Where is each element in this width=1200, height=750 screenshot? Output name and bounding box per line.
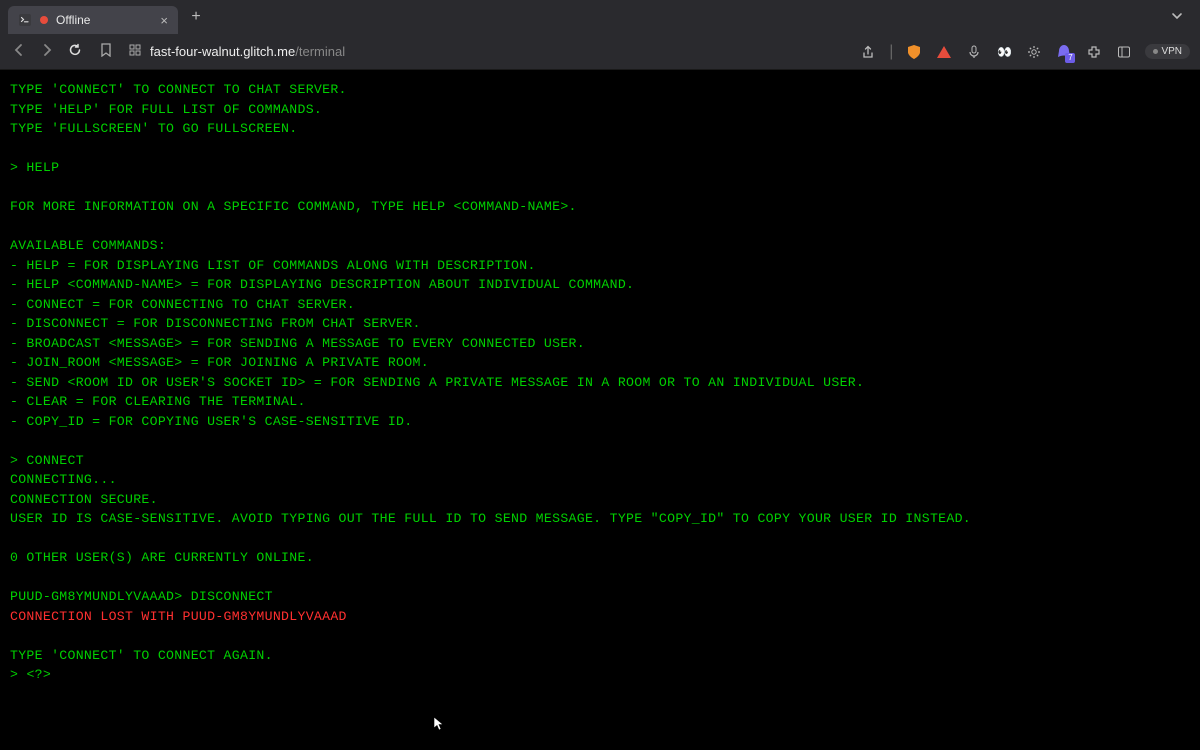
terminal-line: - BROADCAST <MESSAGE> = FOR SENDING A ME… bbox=[10, 334, 1190, 354]
terminal-prompt[interactable]: > bbox=[10, 665, 1190, 685]
window-chevron-icon[interactable] bbox=[1170, 9, 1192, 26]
share-icon[interactable] bbox=[859, 43, 877, 61]
url-text[interactable]: fast-four-walnut.glitch.me/terminal bbox=[150, 44, 345, 59]
terminal-output[interactable]: TYPE 'CONNECT' TO CONNECT TO CHAT SERVER… bbox=[0, 70, 1200, 750]
back-button[interactable] bbox=[10, 43, 28, 61]
shields-icon[interactable] bbox=[905, 43, 923, 61]
terminal-line: TYPE 'CONNECT' TO CONNECT AGAIN. bbox=[10, 646, 1190, 666]
reload-button[interactable] bbox=[66, 43, 84, 61]
vpn-label: VPN bbox=[1161, 46, 1182, 57]
browser-titlebar: Offline × + bbox=[0, 0, 1200, 34]
bookmark-icon[interactable] bbox=[100, 43, 112, 60]
terminal-line bbox=[10, 568, 1190, 588]
offline-status-dot-icon bbox=[40, 16, 48, 24]
extension-badge-count: 7 bbox=[1065, 53, 1075, 63]
terminal-line: CONNECTING... bbox=[10, 470, 1190, 490]
terminal-line: TYPE 'CONNECT' TO CONNECT TO CHAT SERVER… bbox=[10, 80, 1190, 100]
terminal-line: - CLEAR = FOR CLEARING THE TERMINAL. bbox=[10, 392, 1190, 412]
terminal-line: - COPY_ID = FOR COPYING USER'S CASE-SENS… bbox=[10, 412, 1190, 432]
terminal-line: - JOIN_ROOM <MESSAGE> = FOR JOINING A PR… bbox=[10, 353, 1190, 373]
extension-badge-icon[interactable]: 7 bbox=[1055, 43, 1073, 61]
terminal-line: TYPE 'FULLSCREEN' TO GO FULLSCREEN. bbox=[10, 119, 1190, 139]
terminal-line: - HELP = FOR DISPLAYING LIST OF COMMANDS… bbox=[10, 256, 1190, 276]
terminal-line bbox=[10, 217, 1190, 237]
browser-toolbar: fast-four-walnut.glitch.me/terminal | 👀 … bbox=[0, 34, 1200, 70]
terminal-line: USER ID IS CASE-SENSITIVE. AVOID TYPING … bbox=[10, 509, 1190, 529]
terminal-line bbox=[10, 626, 1190, 646]
address-bar[interactable]: fast-four-walnut.glitch.me/terminal bbox=[122, 39, 849, 65]
url-host: fast-four-walnut.glitch.me bbox=[150, 44, 295, 59]
terminal-line bbox=[10, 178, 1190, 198]
tab-close-button[interactable]: × bbox=[160, 13, 168, 28]
tab-title: Offline bbox=[56, 13, 152, 27]
extension-gear-icon[interactable] bbox=[1025, 43, 1043, 61]
toolbar-right: | 👀 7 VPN bbox=[859, 43, 1190, 61]
terminal-line: AVAILABLE COMMANDS: bbox=[10, 236, 1190, 256]
extensions-icon[interactable] bbox=[1085, 43, 1103, 61]
url-path: /terminal bbox=[295, 44, 345, 59]
warning-icon[interactable] bbox=[935, 43, 953, 61]
terminal-line: 0 OTHER USER(S) ARE CURRENTLY ONLINE. bbox=[10, 548, 1190, 568]
terminal-line: - HELP <COMMAND-NAME> = FOR DISPLAYING D… bbox=[10, 275, 1190, 295]
terminal-line bbox=[10, 529, 1190, 549]
terminal-line: CONNECTION LOST WITH PUUD-GM8YMUNDLYVAAA… bbox=[10, 607, 1190, 627]
terminal-line: PUUD-GM8YMUNDLYVAAAD> DISCONNECT bbox=[10, 587, 1190, 607]
terminal-line bbox=[10, 431, 1190, 451]
browser-tab[interactable]: Offline × bbox=[8, 6, 178, 34]
terminal-line: - DISCONNECT = FOR DISCONNECTING FROM CH… bbox=[10, 314, 1190, 334]
terminal-line: > CONNECT bbox=[10, 451, 1190, 471]
forward-button[interactable] bbox=[38, 43, 56, 61]
prompt-symbol: > bbox=[10, 665, 26, 685]
terminal-icon bbox=[18, 13, 32, 27]
terminal-line: FOR MORE INFORMATION ON A SPECIFIC COMMA… bbox=[10, 197, 1190, 217]
terminal-line bbox=[10, 139, 1190, 159]
vpn-status-dot-icon bbox=[1153, 49, 1158, 54]
terminal-line: TYPE 'HELP' FOR FULL LIST OF COMMANDS. bbox=[10, 100, 1190, 120]
terminal-line: > HELP bbox=[10, 158, 1190, 178]
sidebar-icon[interactable] bbox=[1115, 43, 1133, 61]
site-settings-icon[interactable] bbox=[128, 43, 142, 60]
terminal-line: - SEND <ROOM ID OR USER'S SOCKET ID> = F… bbox=[10, 373, 1190, 393]
new-tab-button[interactable]: + bbox=[186, 8, 206, 26]
extension-mic-icon[interactable] bbox=[965, 43, 983, 61]
vpn-button[interactable]: VPN bbox=[1145, 44, 1190, 59]
extension-eyes-icon[interactable]: 👀 bbox=[995, 43, 1013, 61]
terminal-line: CONNECTION SECURE. bbox=[10, 490, 1190, 510]
terminal-input[interactable] bbox=[26, 665, 194, 685]
terminal-line: - CONNECT = FOR CONNECTING TO CHAT SERVE… bbox=[10, 295, 1190, 315]
